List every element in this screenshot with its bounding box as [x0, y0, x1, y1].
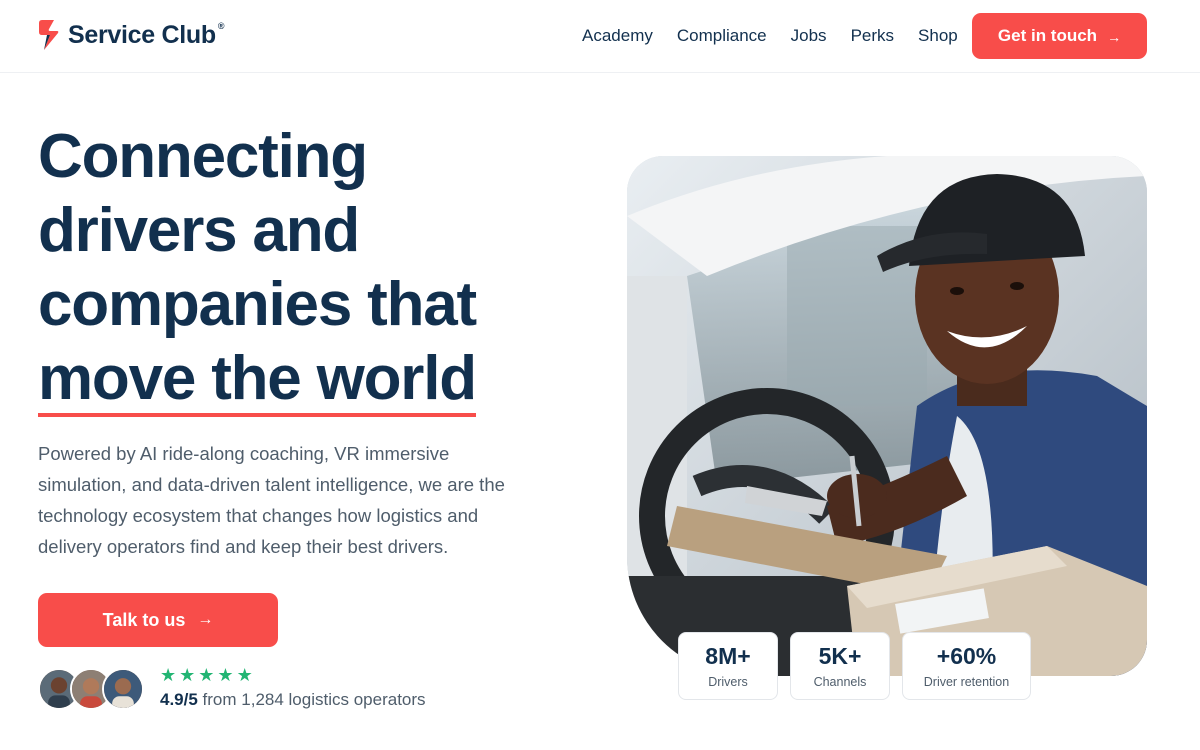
headline-line-2: drivers and [38, 196, 360, 265]
arrow-right-icon: → [197, 611, 214, 628]
stat-card-channels: 5K+ Channels [790, 632, 890, 700]
nav-compliance[interactable]: Compliance [677, 25, 767, 47]
avatar [102, 668, 144, 710]
star-icon: ★ [179, 665, 196, 685]
rating-stars: ★ ★ ★ ★ ★ [160, 665, 253, 685]
stat-label: Channels [813, 675, 867, 689]
registered-mark: ® [217, 21, 225, 31]
nav-shop[interactable]: Shop [918, 25, 958, 47]
arrow-right-icon: → [1107, 29, 1122, 45]
headline-line-4-underlined: move the world [38, 347, 477, 417]
rating-summary: 4.9/5 from 1,284 logistics operators [160, 690, 426, 710]
stat-value: +60% [936, 643, 997, 669]
logo[interactable]: Service Club ® [38, 19, 225, 51]
star-icon: ★ [217, 665, 234, 685]
talk-to-us-label: Talk to us [102, 609, 186, 630]
star-icon: ★ [236, 665, 253, 685]
hero-headline: Connecting drivers and companies that mo… [38, 120, 578, 417]
headline-line-3: companies that [38, 270, 477, 339]
stat-label: Driver retention [923, 675, 1010, 689]
stat-card-driver-retention: +60% Driver retention [902, 632, 1031, 700]
brand-name: Service Club [68, 20, 216, 49]
customer-avatars [38, 668, 144, 710]
nav-perks[interactable]: Perks [851, 25, 894, 47]
lightning-logo-icon [39, 20, 59, 50]
site-header: Service Club ® Academy Compliance Jobs P… [0, 0, 1200, 73]
star-icon: ★ [160, 665, 177, 685]
stat-value: 8M+ [705, 643, 751, 669]
hero-photo-delivery-driver [627, 156, 1147, 676]
rating-score: 4.9/5 [160, 690, 198, 709]
stat-label: Drivers [708, 675, 748, 689]
nav-academy[interactable]: Academy [582, 25, 653, 47]
get-in-touch-button[interactable]: Get in touch → [972, 13, 1147, 59]
rating-text: from 1,284 logistics operators [202, 690, 426, 709]
main-nav: Academy Compliance Jobs Perks Shop [582, 25, 958, 47]
get-in-touch-label: Get in touch [997, 26, 1098, 45]
talk-to-us-button[interactable]: Talk to us → [38, 593, 278, 647]
stat-value: 5K+ [818, 643, 862, 669]
star-icon: ★ [198, 665, 215, 685]
nav-jobs[interactable]: Jobs [791, 25, 827, 47]
stat-card-drivers: 8M+ Drivers [678, 632, 778, 700]
hero-lead-paragraph: Powered by AI ride-along coaching, VR im… [38, 443, 505, 557]
headline-line-1: Connecting [38, 122, 368, 191]
